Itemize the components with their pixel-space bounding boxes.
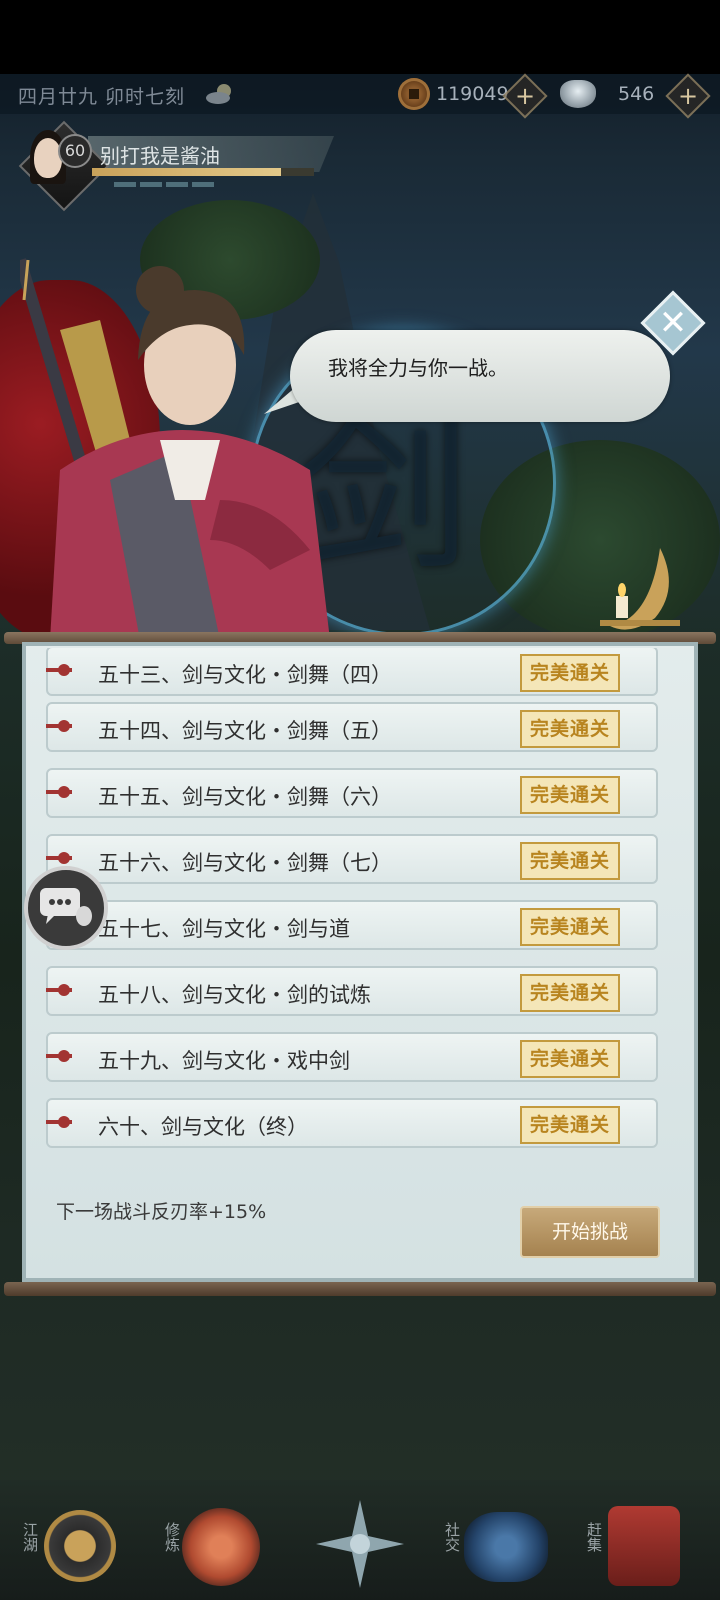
- stage-title: 六十、剑与文化（终）: [98, 1115, 308, 1139]
- stage-list[interactable]: 五十三、剑与文化・剑舞（四） 完美通关 五十四、剑与文化・剑舞（五） 完美通关 …: [46, 648, 658, 1168]
- chat-button[interactable]: [24, 866, 108, 950]
- stage-row[interactable]: 五十八、剑与文化・剑的试炼 完美通关: [46, 966, 658, 1016]
- compass-star-icon: [316, 1500, 404, 1588]
- market-icon: [608, 1506, 680, 1586]
- stamina-segments: [114, 182, 214, 187]
- stage-row[interactable]: 五十六、剑与文化・剑舞（七） 完美通关: [46, 834, 658, 884]
- stage-row[interactable]: 五十五、剑与文化・剑舞（六） 完美通关: [46, 768, 658, 818]
- dialog-text: 我将全力与你一战。: [328, 356, 508, 380]
- nav-cultivate[interactable]: 修炼: [156, 1500, 266, 1590]
- row-marker-icon: [46, 664, 72, 676]
- stage-row[interactable]: 五十九、剑与文化・戏中剑 完美通关: [46, 1032, 658, 1082]
- perfect-clear-stamp: 完美通关: [520, 1106, 620, 1144]
- perfect-clear-stamp: 完美通关: [520, 654, 620, 692]
- cultivate-icon: [182, 1508, 260, 1586]
- avatar-face: [34, 138, 62, 178]
- jianghu-icon: [44, 1510, 116, 1582]
- start-challenge-button[interactable]: 开始挑战: [520, 1206, 660, 1258]
- stage-title: 五十九、剑与文化・戏中剑: [98, 1049, 350, 1073]
- perfect-clear-stamp: 完美通关: [520, 974, 620, 1012]
- nav-label: 江湖: [21, 1522, 39, 1552]
- stage-title: 五十六、剑与文化・剑舞（七）: [98, 851, 392, 875]
- row-marker-icon: [46, 852, 72, 864]
- stage-title: 五十三、剑与文化・剑舞（四）: [98, 663, 392, 687]
- perfect-clear-stamp: 完美通关: [520, 842, 620, 880]
- nav-center[interactable]: [306, 1500, 416, 1590]
- game-date: 四月廿九 卯时七刻: [18, 86, 186, 108]
- row-marker-icon: [46, 1050, 72, 1062]
- moon-candle-icon: [600, 548, 680, 630]
- perfect-clear-stamp: 完美通关: [520, 908, 620, 946]
- silver-ingot-icon: [560, 80, 596, 108]
- nav-label: 修炼: [163, 1522, 181, 1552]
- row-marker-icon: [46, 984, 72, 996]
- stage-row[interactable]: 六十、剑与文化（终） 完美通关: [46, 1098, 658, 1148]
- stage-row[interactable]: 五十三、剑与文化・剑舞（四） 完美通关: [46, 648, 658, 696]
- silver-amount: 546: [618, 83, 655, 105]
- stage-title: 五十五、剑与文化・剑舞（六）: [98, 785, 392, 809]
- perfect-clear-stamp: 完美通关: [520, 1040, 620, 1078]
- stage-row[interactable]: 五十七、剑与文化・剑与道 完美通关: [46, 900, 658, 950]
- nav-label: 社交: [443, 1522, 461, 1552]
- swordsman-character: [20, 258, 330, 640]
- nav-social[interactable]: 社交: [436, 1500, 548, 1590]
- cloud-sun-icon: [206, 84, 231, 104]
- stage-row[interactable]: 五十四、剑与文化・剑舞（五） 完美通关: [46, 702, 658, 752]
- stage-title: 五十八、剑与文化・剑的试炼: [98, 983, 371, 1007]
- game-scene: 剑 四月廿九 卯时七刻 119049 + 546 + 60 别打我是酱油 我将全…: [0, 0, 720, 1600]
- top-black-band: [0, 0, 720, 74]
- row-marker-icon: [46, 786, 72, 798]
- xp-bar: [92, 168, 314, 176]
- xp-bar-fill: [92, 168, 281, 176]
- nav-label: 赶集: [585, 1522, 603, 1552]
- level-badge: 60: [58, 134, 92, 168]
- copper-amount: 119049: [436, 83, 509, 105]
- chat-bubble-icon: [40, 888, 92, 926]
- close-icon: ✕: [658, 303, 688, 343]
- row-marker-icon: [46, 720, 72, 732]
- perfect-clear-stamp: 完美通关: [520, 776, 620, 814]
- row-marker-icon: [46, 1116, 72, 1128]
- nav-jianghu[interactable]: 江湖: [14, 1500, 124, 1590]
- player-name: 别打我是酱油: [100, 144, 220, 168]
- social-icon: [464, 1512, 548, 1582]
- stage-title: 五十四、剑与文化・剑舞（五）: [98, 719, 392, 743]
- perfect-clear-stamp: 完美通关: [520, 710, 620, 748]
- stage-title: 五十七、剑与文化・剑与道: [98, 917, 350, 941]
- scroll-rod-bottom: [4, 1282, 716, 1296]
- next-battle-bonus: 下一场战斗反刃率+15%: [56, 1201, 267, 1223]
- copper-coin-icon: [398, 78, 430, 110]
- nav-market[interactable]: 赶集: [578, 1500, 688, 1590]
